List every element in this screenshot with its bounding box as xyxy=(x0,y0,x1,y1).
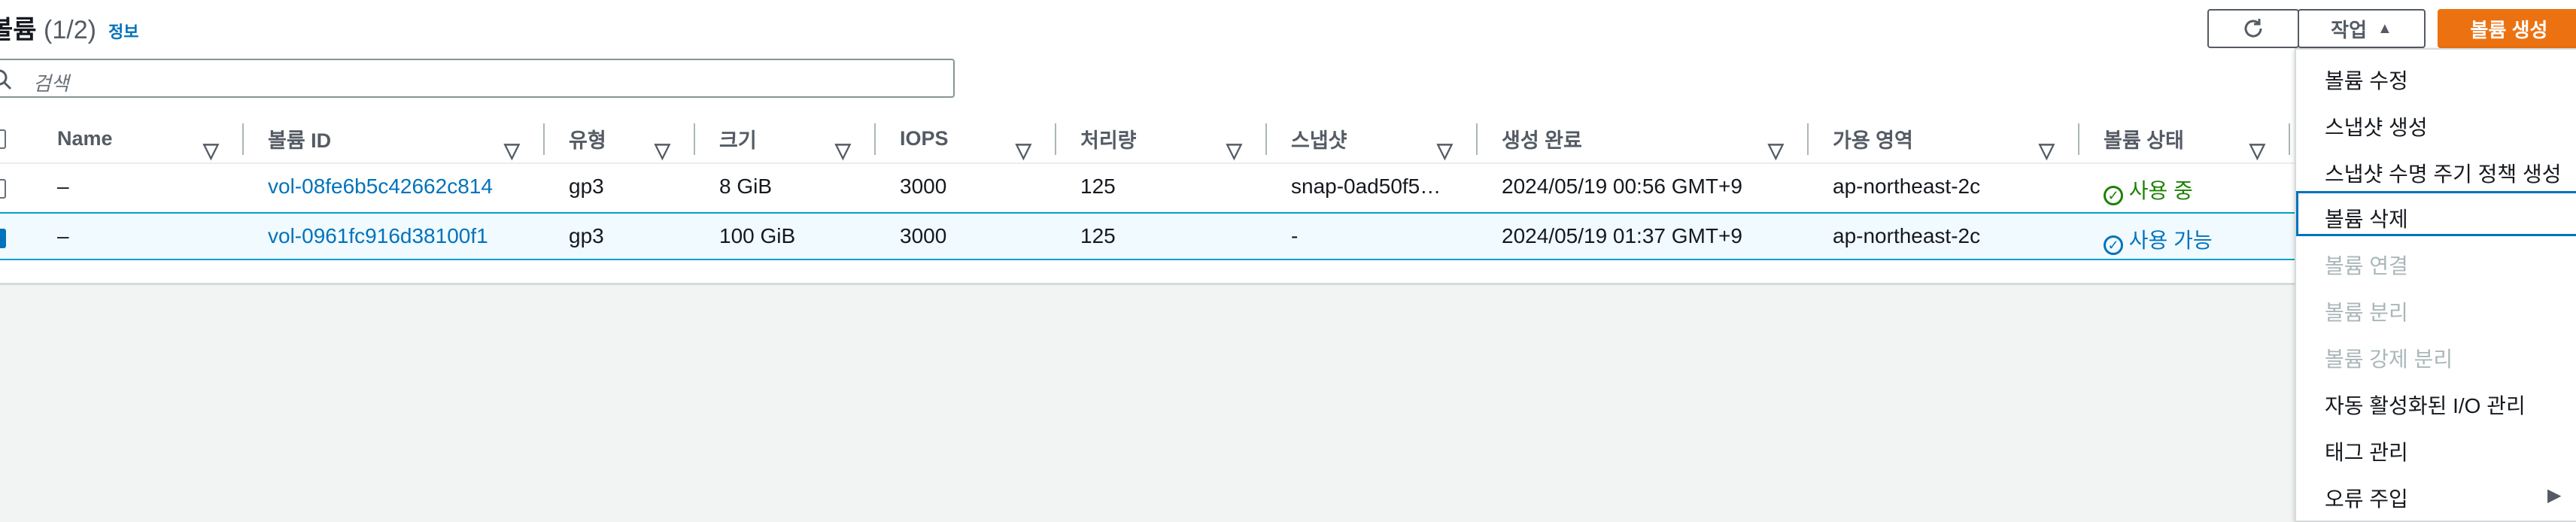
volumes-panel: 볼륨 (1/2) 정보 검색 작업 ▲ 볼륨 생성 Name ▽ 볼륨 ID ▽… xyxy=(0,0,2576,285)
cell-iops: 3000 xyxy=(900,224,947,247)
menu-item-create-snapshot[interactable]: 스냅샷 생성 xyxy=(2296,99,2576,144)
column-header-volume-id[interactable]: 볼륨 ID xyxy=(268,116,331,161)
menu-item-label: 볼륨 강제 분리 xyxy=(2325,347,2453,371)
menu-item-label: 볼륨 분리 xyxy=(2325,301,2408,324)
cell-name: – xyxy=(57,175,69,198)
cell-throughput: 125 xyxy=(1080,175,1116,198)
cell-throughput: 125 xyxy=(1080,224,1116,247)
refresh-icon xyxy=(2244,19,2262,38)
cell-created: 2024/05/19 01:37 GMT+9 xyxy=(1502,224,1742,247)
column-resizer[interactable] xyxy=(2289,123,2290,155)
cell-size: 100 GiB xyxy=(719,224,796,247)
column-header-iops[interactable]: IOPS xyxy=(900,116,949,161)
row-checkbox[interactable] xyxy=(0,179,6,199)
column-resizer[interactable] xyxy=(694,123,695,155)
column-resizer[interactable] xyxy=(2078,123,2079,155)
column-header-az[interactable]: 가용 영역 xyxy=(1833,116,1913,161)
status-text: 사용 중 xyxy=(2128,179,2193,202)
menu-item-manage-tags[interactable]: 태그 관리 xyxy=(2296,424,2576,469)
column-label: 크기 xyxy=(719,129,757,152)
column-label: 볼륨 상태 xyxy=(2104,129,2184,152)
check-circle-icon: ✓ xyxy=(2104,186,2123,205)
cell-created: 2024/05/19 00:56 GMT+9 xyxy=(1502,175,1742,198)
column-resizer[interactable] xyxy=(874,123,876,155)
select-all-checkbox[interactable] xyxy=(0,129,6,149)
selection-count: (1/2) xyxy=(44,16,96,44)
column-label: IOPS xyxy=(900,126,949,150)
actions-menu: 볼륨 수정 스냅샷 생성 스냅샷 수명 주기 정책 생성 볼륨 삭제 볼륨 연결… xyxy=(2295,48,2576,522)
cell-snapshot: - xyxy=(1291,224,1299,247)
menu-item-label: 태그 관리 xyxy=(2325,441,2408,464)
column-header-type[interactable]: 유형 xyxy=(569,116,606,161)
menu-item-attach-volume: 볼륨 연결 xyxy=(2296,238,2576,283)
caret-up-icon: ▲ xyxy=(2377,20,2392,37)
column-label: 처리량 xyxy=(1080,129,1137,152)
column-resizer[interactable] xyxy=(1055,123,1056,155)
column-resizer[interactable] xyxy=(1476,123,1478,155)
menu-item-label: 볼륨 수정 xyxy=(2325,69,2408,93)
column-header-status[interactable]: 볼륨 상태 xyxy=(2104,116,2184,161)
cell-size: 8 GiB xyxy=(719,175,773,198)
cell-volume-id-link[interactable]: vol-0961fc916d38100f1 xyxy=(268,224,488,248)
menu-item-label: 볼륨 연결 xyxy=(2325,254,2408,278)
column-label: 생성 완료 xyxy=(1502,129,1582,152)
menu-item-detach-volume: 볼륨 분리 xyxy=(2296,284,2576,329)
search-placeholder: 검색 xyxy=(33,72,69,95)
cell-az: ap-northeast-2c xyxy=(1833,224,1981,247)
column-label: 스냅샷 xyxy=(1291,129,1347,152)
info-link[interactable]: 정보 xyxy=(108,19,138,43)
menu-item-label: 볼륨 삭제 xyxy=(2325,208,2408,231)
menu-item-delete-volume[interactable]: 볼륨 삭제 xyxy=(2296,191,2576,236)
menu-item-modify-volume[interactable]: 볼륨 수정 xyxy=(2296,53,2576,98)
menu-item-create-lifecycle-policy[interactable]: 스냅샷 수명 주기 정책 생성 xyxy=(2296,146,2576,191)
cell-name: – xyxy=(57,224,69,247)
menu-item-force-detach-volume: 볼륨 강제 분리 xyxy=(2296,331,2576,376)
column-header-name[interactable]: Name xyxy=(57,116,113,161)
column-header-size[interactable]: 크기 xyxy=(719,116,757,161)
caret-right-icon: ▶ xyxy=(2547,485,2562,505)
column-label: 가용 영역 xyxy=(1833,129,1913,152)
column-label: 유형 xyxy=(569,129,606,152)
cell-type: gp3 xyxy=(569,224,604,247)
column-resizer[interactable] xyxy=(1807,123,1809,155)
menu-item-fault-injection[interactable]: 오류 주입 ▶ xyxy=(2296,471,2576,516)
cell-type: gp3 xyxy=(569,175,604,198)
create-volume-button[interactable]: 볼륨 생성 xyxy=(2438,9,2576,48)
menu-item-label: 자동 활성화된 I/O 관리 xyxy=(2325,394,2526,417)
page-title: 볼륨 (1/2) xyxy=(0,9,96,46)
column-resizer[interactable] xyxy=(242,123,244,155)
refresh-button[interactable] xyxy=(2207,9,2299,48)
column-label: Name xyxy=(57,126,113,150)
status-text: 사용 가능 xyxy=(2128,229,2213,252)
column-header-throughput[interactable]: 처리량 xyxy=(1080,116,1137,161)
column-header-created[interactable]: 생성 완료 xyxy=(1502,116,1582,161)
column-resizer[interactable] xyxy=(543,123,545,155)
status-badge: ✓ 사용 가능 xyxy=(2104,224,2213,255)
cell-az: ap-northeast-2c xyxy=(1833,175,1981,198)
row-checkbox[interactable] xyxy=(0,229,6,248)
menu-item-label: 스냅샷 생성 xyxy=(2325,116,2428,139)
column-header-snapshot[interactable]: 스냅샷 xyxy=(1291,116,1347,161)
status-badge: ✓ 사용 중 xyxy=(2104,175,2193,205)
search-icon xyxy=(0,69,12,90)
actions-button[interactable]: 작업 ▲ xyxy=(2298,9,2426,48)
menu-item-label: 오류 주입 xyxy=(2325,487,2408,511)
column-resizer[interactable] xyxy=(1265,123,1267,155)
title-text: 볼륨 xyxy=(0,16,37,44)
column-label: 볼륨 ID xyxy=(268,129,332,152)
cell-snapshot: snap-0ad50f5… xyxy=(1291,175,1441,198)
table-row[interactable]: – vol-08fe6b5c42662c814 gp3 8 GiB 3000 1… xyxy=(0,164,2302,214)
check-circle-icon: ✓ xyxy=(2104,235,2123,255)
menu-item-manage-auto-enabled-io[interactable]: 자동 활성화된 I/O 관리 xyxy=(2296,378,2576,423)
actions-label: 작업 xyxy=(2331,18,2368,41)
table-row[interactable]: – vol-0961fc916d38100f1 gp3 100 GiB 3000… xyxy=(0,212,2302,260)
cell-volume-id-link[interactable]: vol-08fe6b5c42662c814 xyxy=(268,175,493,199)
menu-item-label: 스냅샷 수명 주기 정책 생성 xyxy=(2325,162,2562,186)
search-input[interactable]: 검색 xyxy=(0,59,955,98)
cell-iops: 3000 xyxy=(900,175,947,198)
